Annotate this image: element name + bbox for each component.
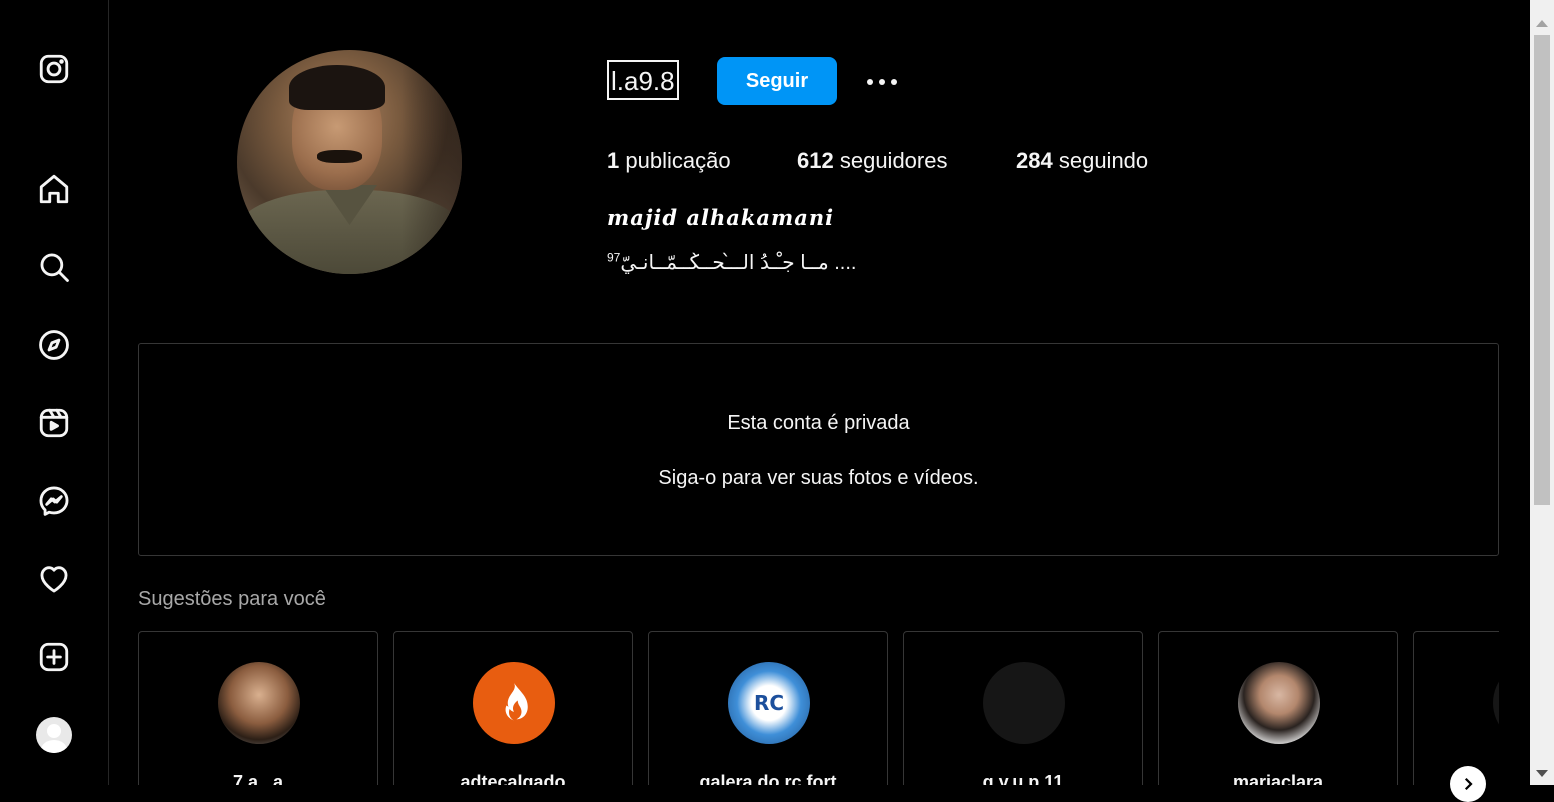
search-icon[interactable] [36, 249, 72, 285]
suggestion-avatar[interactable] [983, 662, 1065, 744]
suggestion-card[interactable]: 7.a...a [138, 631, 378, 785]
instagram-logo-icon[interactable] [36, 51, 72, 87]
sidebar [0, 0, 109, 785]
suggestions-carousel: 7.a...a adtecalgado RC galera.do.rc.fort… [138, 631, 1499, 785]
profile-full-name: majid alhakamani [607, 205, 835, 230]
scrollbar-thumb[interactable] [1534, 35, 1550, 505]
suggestion-avatar[interactable] [1493, 662, 1499, 744]
private-subtitle: Siga-o para ver suas fotos e vídeos. [658, 467, 979, 489]
following-link[interactable]: 284 seguindo [1016, 148, 1148, 174]
create-icon[interactable] [36, 639, 72, 675]
heart-icon[interactable] [36, 561, 72, 597]
scroll-up-icon[interactable] [1536, 20, 1548, 27]
suggestion-card-partial[interactable] [1413, 631, 1499, 785]
bio-text: مــا جـْـدُ الــ̀ـحــ̀كــمّــانـيّ .... [620, 252, 857, 274]
private-account-notice: Esta conta é privada Siga-o para ver sua… [138, 343, 1499, 556]
suggestion-card[interactable]: RC galera.do.rc.fort [648, 631, 888, 785]
explore-icon[interactable] [36, 327, 72, 363]
suggestion-avatar[interactable] [1238, 662, 1320, 744]
suggestion-avatar[interactable]: RC [728, 662, 810, 744]
profile-avatar[interactable] [36, 717, 72, 753]
followers-count-label: seguidores [839, 148, 948, 173]
page-scrollbar[interactable] [1530, 0, 1554, 785]
suggestion-avatar[interactable] [473, 662, 555, 744]
private-title: Esta conta é privada [727, 412, 910, 434]
scroll-down-icon[interactable] [1536, 770, 1548, 777]
profile-username[interactable]: l.a9.8 [607, 60, 679, 100]
suggestion-name[interactable]: g.y.u.p.11 [904, 772, 1142, 785]
suggestion-card[interactable]: mariaclara [1158, 631, 1398, 785]
followers-count-value: 612 [797, 148, 834, 173]
chevron-right-icon[interactable] [1450, 766, 1486, 802]
suggestion-name[interactable]: galera.do.rc.fort [649, 772, 887, 785]
rc-logo-text: RC [753, 691, 785, 715]
followers-link[interactable]: 612 seguidores [797, 148, 947, 174]
following-count-value: 284 [1016, 148, 1053, 173]
suggestion-avatar[interactable] [218, 662, 300, 744]
messenger-icon[interactable] [36, 483, 72, 519]
profile-bio: 97مــا جـْـدُ الــ̀ـحــ̀كــمّــانـيّ ...… [607, 250, 856, 275]
suggestion-name[interactable]: adtecalgado [394, 772, 632, 785]
suggestion-card[interactable]: g.y.u.p.11 [903, 631, 1143, 785]
posts-count: 1 publicação [607, 148, 731, 174]
profile-picture[interactable] [237, 50, 462, 274]
bio-superscript: 97 [607, 250, 621, 265]
following-count-label: seguindo [1058, 148, 1149, 173]
suggestion-name[interactable]: 7.a...a [139, 772, 377, 785]
more-options-icon[interactable] [862, 70, 902, 94]
suggestion-card[interactable]: adtecalgado [393, 631, 633, 785]
posts-count-label: publicação [625, 148, 731, 173]
flame-logo-icon [505, 683, 528, 721]
home-icon[interactable] [36, 171, 72, 207]
follow-button[interactable]: Seguir [717, 57, 837, 105]
suggestions-title: Sugestões para você [138, 588, 326, 610]
suggestion-name[interactable]: mariaclara [1159, 772, 1397, 785]
posts-count-value: 1 [607, 148, 620, 173]
reels-icon[interactable] [36, 405, 72, 441]
